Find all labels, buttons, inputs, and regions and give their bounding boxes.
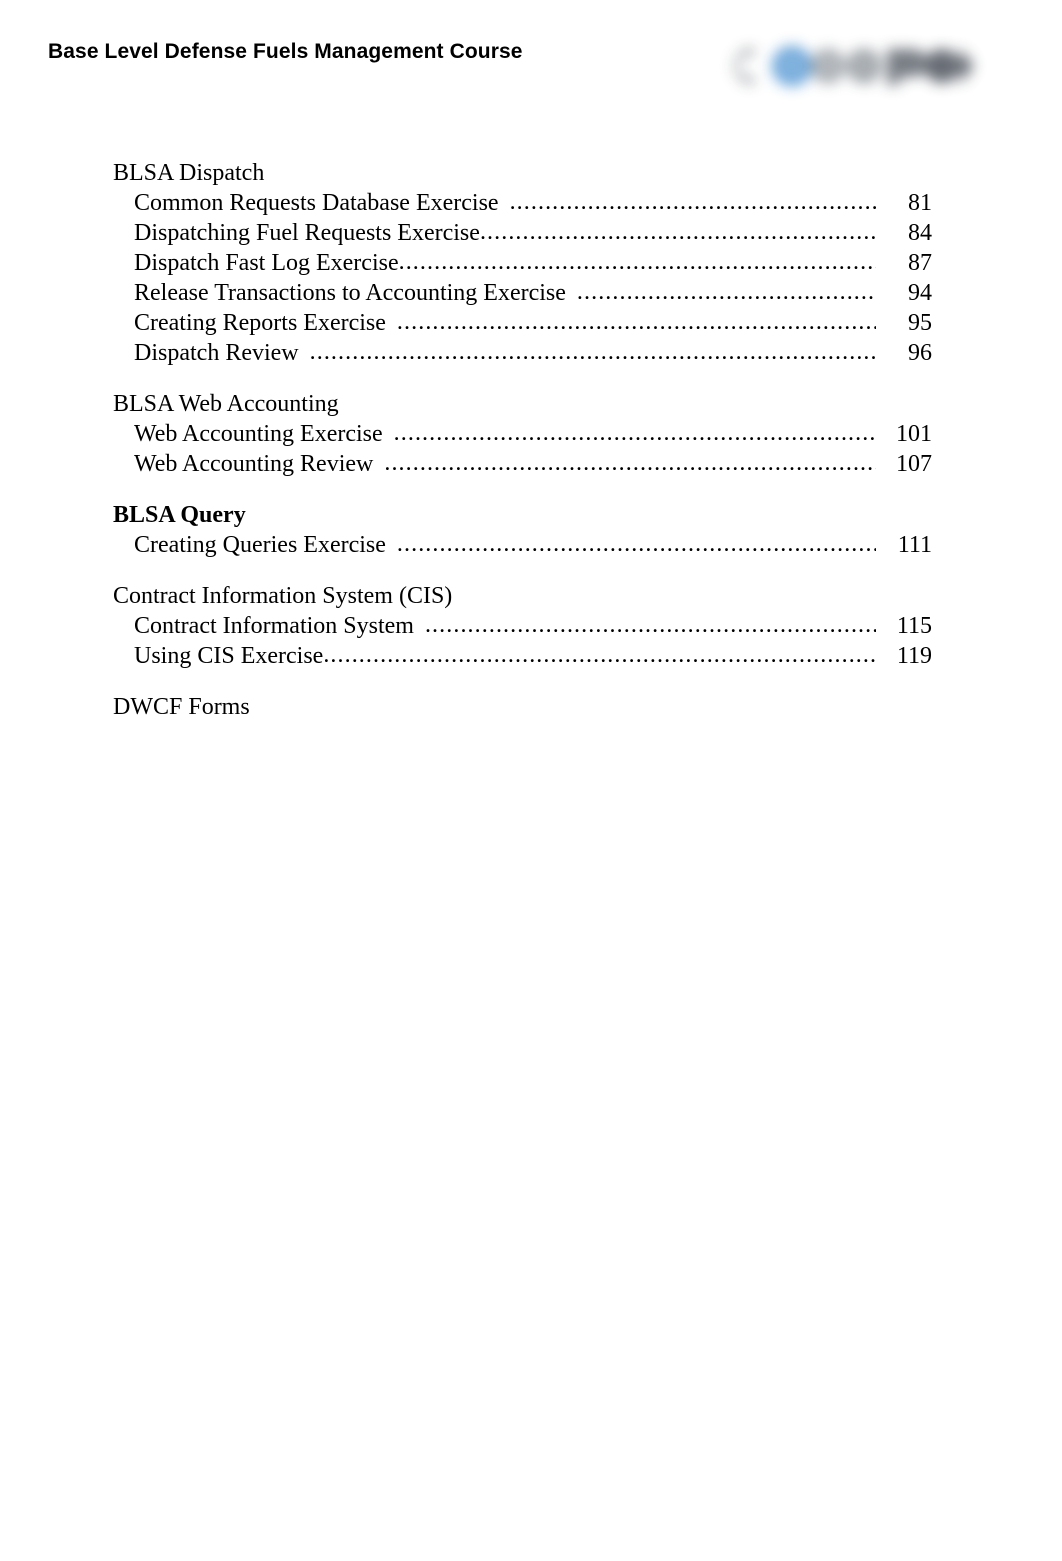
toc-group: BLSA Query Creating Queries Exercise ...…: [113, 500, 932, 560]
company-logo-icon: [724, 28, 984, 104]
toc-dot-leader: ........................................…: [509, 189, 876, 215]
toc-entry-title: Dispatching Fuel Requests Exercise: [134, 220, 480, 246]
toc-entry[interactable]: Creating Reports Exercise ..............…: [113, 308, 932, 338]
toc-page-number: 115: [896, 613, 932, 639]
toc-entry-title: Web Accounting Review: [134, 451, 374, 477]
toc-entry[interactable]: Dispatch Review ........................…: [113, 338, 932, 368]
toc-dot-leader: ........................................…: [309, 339, 876, 365]
toc-entry[interactable]: Contract Information System ............…: [113, 611, 932, 641]
toc-group: BLSA Dispatch Common Requests Database E…: [113, 158, 932, 368]
toc-page-number: 96: [908, 340, 932, 366]
toc-entry[interactable]: Dispatching Fuel Requests Exercise .....…: [113, 218, 932, 248]
toc-heading: BLSA Dispatch: [113, 160, 265, 186]
toc-heading: Contract Information System (CIS): [113, 583, 453, 609]
course-title: Base Level Defense Fuels Management Cour…: [48, 40, 523, 63]
toc-group: DWCF Forms: [113, 692, 932, 722]
toc-entry-title: Creating Reports Exercise: [134, 310, 386, 336]
toc-page-number: 111: [897, 532, 932, 558]
toc-page-number: 95: [908, 310, 932, 336]
page-header: Base Level Defense Fuels Management Cour…: [48, 38, 1014, 98]
toc-entry-title: Using CIS Exercise: [134, 643, 324, 669]
toc-entry[interactable]: Dispatch Fast Log Exercise .............…: [113, 248, 932, 278]
toc-entry[interactable]: Release Transactions to Accounting Exerc…: [113, 278, 932, 308]
toc-entry-title: Dispatch Review: [134, 340, 299, 366]
toc-group: BLSA Web Accounting Web Accounting Exerc…: [113, 389, 932, 479]
toc-entry[interactable]: Common Requests Database Exercise ......…: [113, 188, 932, 218]
toc-dot-leader: ........................................…: [396, 531, 876, 557]
toc-page-number: 101: [896, 421, 932, 447]
toc-entry-title: Contract Information System: [134, 613, 414, 639]
toc-heading: BLSA Query: [113, 502, 246, 528]
toc-entry-title: Common Requests Database Exercise: [134, 190, 499, 216]
toc-heading: BLSA Web Accounting: [113, 391, 339, 417]
toc-dot-leader: ........................................…: [396, 309, 876, 335]
toc-dot-leader: ........................................…: [398, 249, 876, 275]
toc-dot-leader: ........................................…: [479, 219, 876, 245]
table-of-contents: BLSA Dispatch Common Requests Database E…: [113, 158, 932, 722]
toc-dot-leader: ........................................…: [393, 420, 876, 446]
toc-page-number: 107: [896, 451, 932, 477]
toc-dot-leader: ........................................…: [384, 450, 876, 476]
toc-page-number: 84: [908, 220, 932, 246]
toc-dot-leader: ........................................…: [576, 279, 876, 305]
toc-heading: DWCF Forms: [113, 694, 250, 720]
toc-entry[interactable]: Creating Queries Exercise ..............…: [113, 530, 932, 560]
toc-page-number: 81: [908, 190, 932, 216]
toc-dot-leader: ........................................…: [323, 642, 876, 668]
toc-entry-title: Release Transactions to Accounting Exerc…: [134, 280, 566, 306]
toc-entry[interactable]: Web Accounting Review ..................…: [113, 449, 932, 479]
document-page: Base Level Defense Fuels Management Cour…: [0, 0, 1062, 1561]
toc-entry[interactable]: Using CIS Exercise .....................…: [113, 641, 932, 671]
toc-entry-title: Dispatch Fast Log Exercise: [134, 250, 399, 276]
toc-entry[interactable]: Web Accounting Exercise ................…: [113, 419, 932, 449]
toc-page-number: 119: [896, 643, 932, 669]
toc-entry-title: Web Accounting Exercise: [134, 421, 383, 447]
toc-page-number: 94: [908, 280, 932, 306]
toc-page-number: 87: [908, 250, 932, 276]
toc-entry-title: Creating Queries Exercise: [134, 532, 386, 558]
toc-group: Contract Information System (CIS) Contra…: [113, 581, 932, 671]
toc-dot-leader: ........................................…: [424, 612, 876, 638]
